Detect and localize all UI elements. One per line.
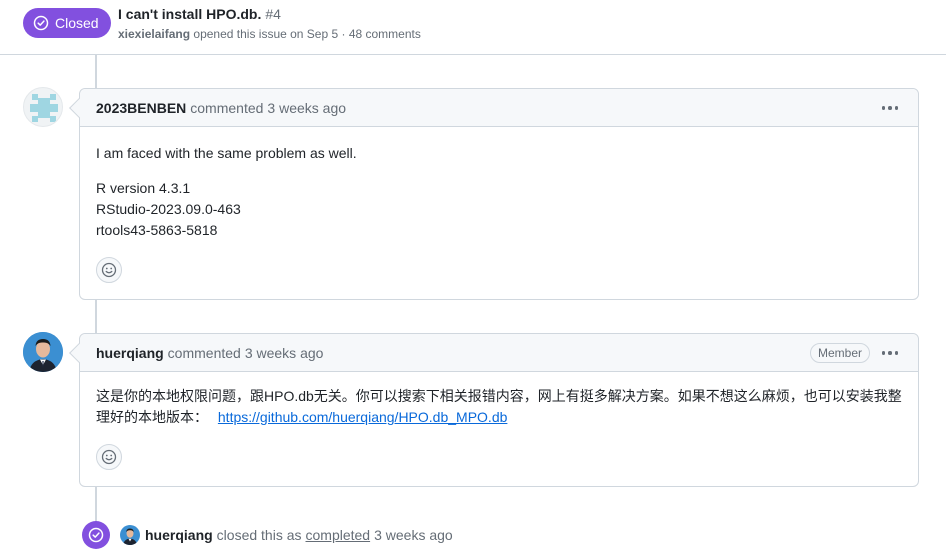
add-reaction-button[interactable]: [96, 257, 122, 283]
closed-event-badge: [82, 521, 110, 549]
kebab-horizontal-icon[interactable]: [880, 343, 900, 363]
comment-huerqiang: huerqiang commented 3 weeks ago Member 这…: [69, 333, 919, 487]
comment-body: I am faced with the same problem as well…: [80, 127, 918, 299]
issue-title: I can't install HPO.db. #4: [118, 6, 281, 22]
smiley-icon: [101, 262, 117, 278]
member-badge: Member: [809, 343, 870, 363]
event-author-link[interactable]: huerqiang: [145, 527, 213, 543]
smiley-icon: [101, 449, 117, 465]
comment-line: RStudio-2023.09.0-463: [96, 201, 241, 217]
event-time-link[interactable]: 3 weeks ago: [374, 527, 453, 543]
comment-2023benben: 2023BENBEN commented 3 weeks ago I am fa…: [69, 88, 919, 300]
avatar[interactable]: [23, 87, 63, 127]
add-reaction-button[interactable]: [96, 444, 122, 470]
comment-time-link[interactable]: 3 weeks ago: [267, 100, 346, 116]
event-text: closed this as: [216, 527, 302, 543]
comment-header: 2023BENBEN commented 3 weeks ago: [80, 89, 918, 127]
issue-author-link[interactable]: xiexielaifang: [118, 27, 190, 41]
avatar[interactable]: [23, 332, 63, 372]
timeline-line: [95, 55, 97, 88]
issue-meta-text: opened this issue on Sep 5 · 48 comments: [193, 27, 421, 41]
state-label: Closed: [55, 15, 99, 31]
issue-header: Closed I can't install HPO.db. #4 xiexiel…: [0, 0, 946, 55]
closed-event: huerqiang closed this as completed 3 wee…: [82, 520, 453, 550]
repo-link[interactable]: https://github.com/huerqiang/HPO.db_MPO.…: [218, 409, 508, 425]
comment-header: huerqiang commented 3 weeks ago Member: [80, 334, 918, 372]
comment-line: rtools43-5863-5818: [96, 222, 218, 238]
comment-paragraph: 这是你的本地权限问题，跟HPO.db无关。你可以搜索下相关报错内容，网上有挺多解…: [96, 386, 902, 428]
comment-action: commented: [190, 99, 264, 116]
comment-line: R version 4.3.1: [96, 180, 191, 196]
timeline-line: [95, 299, 97, 333]
check-circle-icon: [33, 15, 49, 31]
comment-time-link[interactable]: 3 weeks ago: [245, 345, 324, 361]
check-circle-icon: [88, 527, 104, 543]
timeline-line: [95, 486, 97, 522]
kebab-horizontal-icon[interactable]: [880, 98, 900, 118]
issue-meta: xiexielaifang opened this issue on Sep 5…: [118, 27, 421, 41]
issue-title-text: I can't install HPO.db.: [118, 6, 262, 22]
comment-body: 这是你的本地权限问题，跟HPO.db无关。你可以搜索下相关报错内容，网上有挺多解…: [80, 372, 918, 486]
comment-paragraph: I am faced with the same problem as well…: [96, 145, 357, 161]
completed-link[interactable]: completed: [306, 527, 371, 543]
avatar[interactable]: [120, 525, 140, 545]
comment-author-link[interactable]: 2023BENBEN: [96, 100, 186, 116]
comment-author-link[interactable]: huerqiang: [96, 345, 164, 361]
comment-action: commented: [167, 344, 241, 361]
state-badge: Closed: [23, 8, 111, 38]
issue-number: #4: [265, 6, 281, 22]
